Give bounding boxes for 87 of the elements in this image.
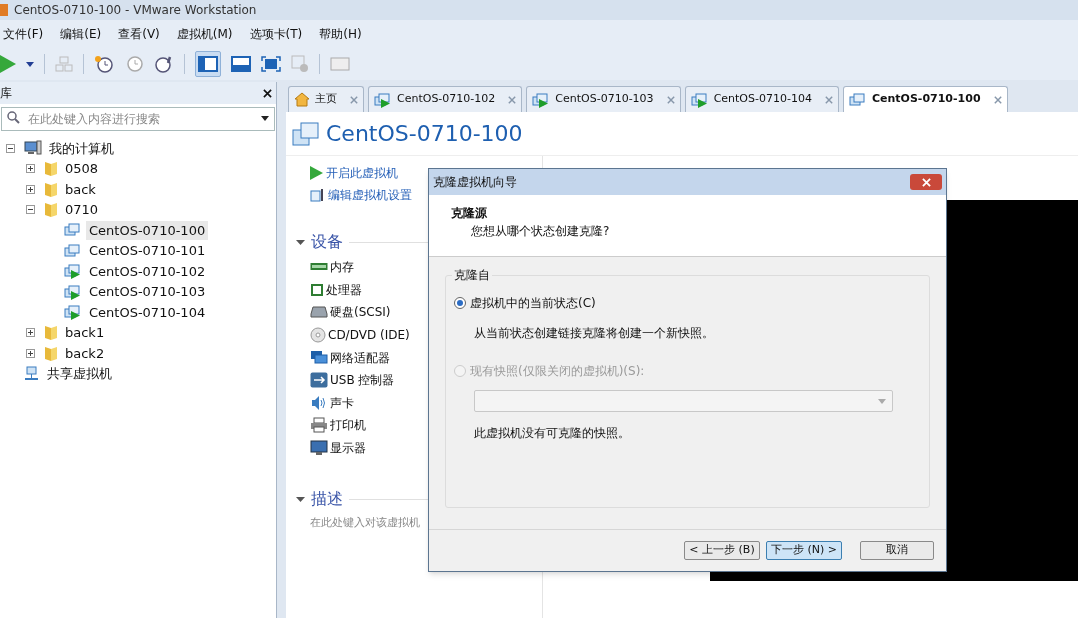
tab[interactable]: 主页 (288, 86, 364, 112)
vm-large-icon (292, 120, 320, 147)
shared-vm-icon (24, 365, 40, 382)
speaker-icon (310, 394, 328, 411)
tree-item[interactable]: CentOS-0710-104 (86, 302, 209, 322)
tab[interactable]: CentOS-0710-102 (368, 86, 523, 112)
clock-wrench-icon[interactable] (154, 55, 174, 73)
collapse-toggle-icon[interactable] (6, 143, 15, 153)
memory-icon (310, 262, 328, 273)
tree-item[interactable]: back1 (62, 323, 108, 343)
fullscreen-icon[interactable] (261, 56, 281, 72)
bottom-panel-layout-icon[interactable] (231, 56, 251, 72)
play-icon[interactable] (0, 55, 16, 73)
monitor-icon (310, 440, 328, 457)
tab-close-icon[interactable] (508, 95, 517, 104)
tree-item[interactable]: 0508 (62, 159, 102, 179)
expand-toggle-icon[interactable] (26, 348, 35, 358)
dialog-button[interactable]: 取消 (860, 541, 934, 560)
home-icon (294, 92, 310, 107)
tree-item[interactable]: 0710 (62, 200, 102, 220)
menu-item[interactable]: 文件(F) (3, 25, 44, 43)
collapse-arrow-icon[interactable] (296, 237, 305, 247)
expand-toggle-icon[interactable] (26, 164, 35, 174)
collapse-arrow-icon[interactable] (296, 494, 305, 504)
dropdown-caret-icon[interactable] (261, 116, 269, 121)
sidebar-view-button[interactable] (195, 51, 221, 77)
close-button[interactable] (910, 174, 942, 190)
printer-icon (310, 417, 328, 434)
group-label: 克隆自 (452, 266, 492, 284)
dialog-button[interactable]: 下一步 (N) > (766, 541, 842, 560)
menu-item[interactable]: 帮助(H) (319, 25, 362, 43)
vm-title: CentOS-0710-100 (326, 120, 523, 148)
tree-item[interactable]: CentOS-0710-101 (86, 241, 209, 261)
tab[interactable]: CentOS-0710-103 (526, 86, 681, 112)
tab-close-icon[interactable] (993, 95, 1002, 104)
tab[interactable]: CentOS-0710-104 (684, 86, 839, 112)
collapse-toggle-icon[interactable] (26, 205, 35, 215)
folder-icon (44, 324, 58, 342)
play-icon (310, 166, 323, 180)
radio-option[interactable]: 虚拟机中的当前状态(C) (454, 294, 921, 312)
dialog-subheading: 您想从哪个状态创建克隆? (470, 223, 611, 240)
folder-icon (44, 201, 58, 219)
tree-item[interactable]: back2 (62, 343, 108, 363)
disc-icon (310, 327, 326, 344)
sidebar-layout-icon (198, 56, 218, 72)
section-heading: 设备 (311, 231, 343, 253)
dropdown-caret-icon (878, 398, 886, 404)
tree-item[interactable]: CentOS-0710-103 (86, 282, 209, 302)
panel-title: 库 (0, 85, 12, 102)
search-field[interactable]: 在此处键入内容进行搜索 (1, 107, 275, 131)
menu-item[interactable]: 编辑(E) (60, 25, 102, 43)
tree-item[interactable]: 我的计算机 (46, 138, 117, 158)
tab-close-icon[interactable] (666, 95, 675, 104)
computer-icon (24, 140, 42, 157)
menu-item[interactable]: 选项卡(T) (249, 25, 303, 43)
network-icon (310, 349, 328, 366)
cpu-icon (310, 282, 324, 297)
close-icon[interactable] (263, 88, 272, 98)
tree-item[interactable]: 共享虚拟机 (44, 364, 115, 384)
tab-close-icon[interactable] (824, 95, 833, 104)
folder-icon (44, 180, 58, 198)
dialog-title: 克隆虚拟机向导 (433, 174, 517, 191)
dialog-heading: 克隆源 (451, 205, 488, 222)
expand-toggle-icon[interactable] (26, 184, 35, 194)
tree-item[interactable]: CentOS-0710-102 (86, 261, 209, 281)
folder-icon (44, 344, 58, 362)
search-icon (7, 111, 20, 124)
option-note: 从当前状态创建链接克隆将创建一个新快照。 (474, 325, 715, 342)
tree-item[interactable]: CentOS-0710-100 (86, 220, 209, 240)
tree-item[interactable]: back (62, 179, 99, 199)
close-icon (921, 177, 931, 187)
menu-item[interactable]: 虚拟机(M) (176, 25, 233, 43)
tab[interactable]: CentOS-0710-100 (842, 86, 1008, 112)
folder-icon (44, 160, 58, 178)
usb-icon (310, 372, 328, 389)
device-item[interactable]: 声卡 (310, 391, 542, 415)
settings-icon (310, 188, 325, 202)
option-note: 此虚拟机没有可克隆的快照。 (474, 425, 631, 442)
tab-close-icon[interactable] (350, 95, 358, 104)
window-title: CentOS-0710-100 - VMware Workstation (14, 2, 257, 19)
snapshot-clock-icon[interactable] (94, 55, 114, 73)
app-icon (0, 3, 8, 17)
menu-item[interactable]: 查看(V) (118, 25, 160, 43)
expand-toggle-icon[interactable] (26, 328, 35, 338)
dialog-button[interactable]: < 上一步 (B) (684, 541, 760, 560)
section-heading: 描述 (311, 488, 343, 511)
dropdown-caret-icon[interactable] (26, 61, 34, 67)
